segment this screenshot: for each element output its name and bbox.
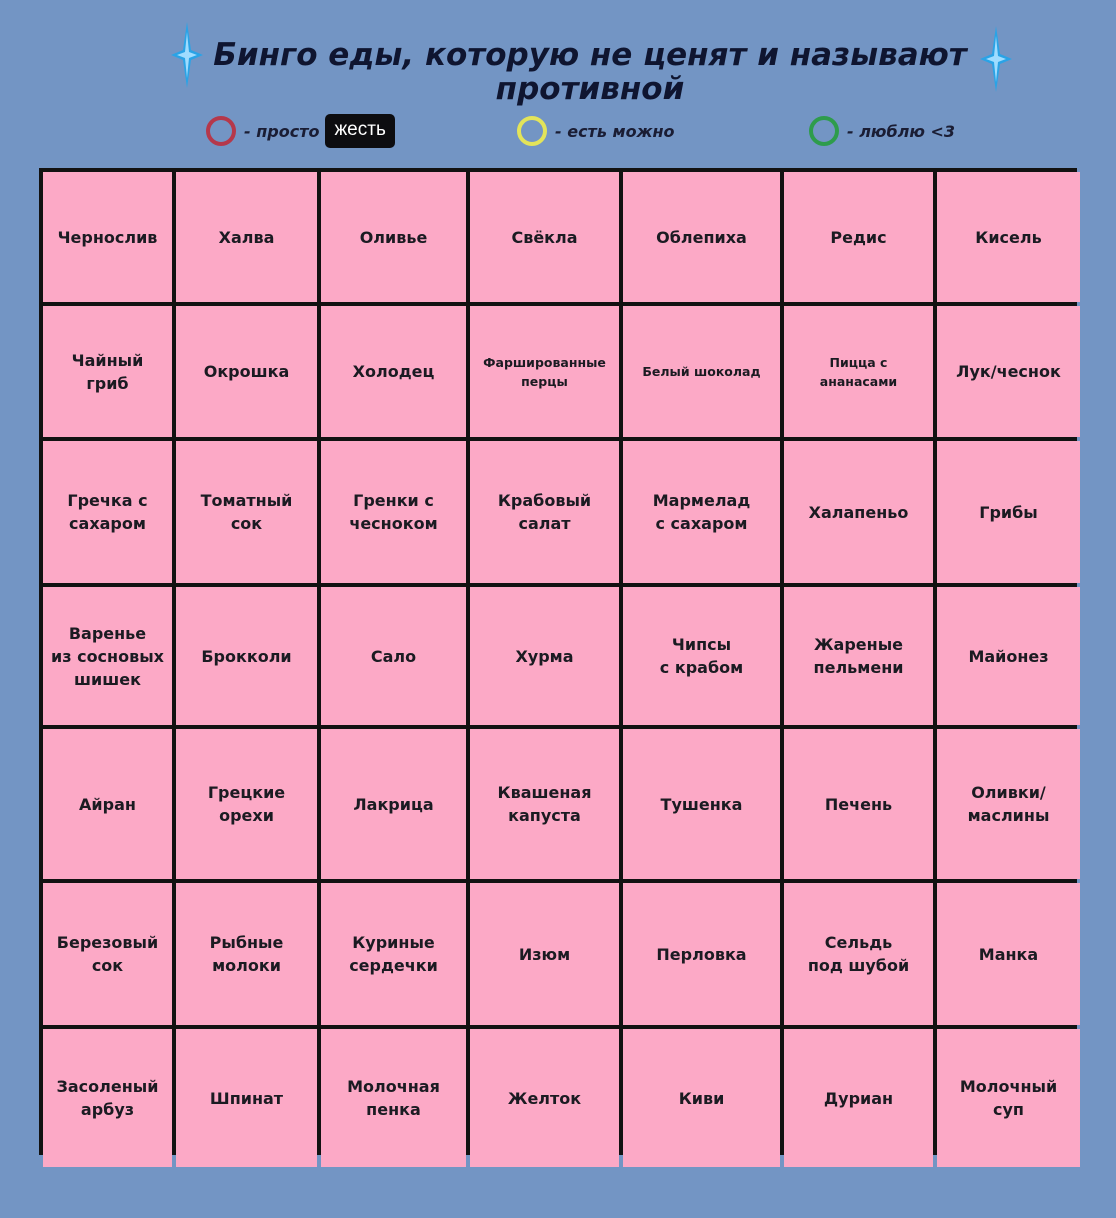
page-title: Бинго еды, которую не ценят и называют п…	[170, 38, 1010, 106]
bingo-cell[interactable]: Чипсы с крабом	[623, 587, 780, 725]
bingo-cell[interactable]: Лакрица	[321, 729, 466, 879]
bingo-cell[interactable]: Айран	[43, 729, 172, 879]
bingo-cell[interactable]: Кисель	[937, 172, 1080, 302]
bingo-cell[interactable]: Сало	[321, 587, 466, 725]
sparkle-icon	[980, 26, 1012, 92]
bingo-cell[interactable]: Шпинат	[176, 1029, 317, 1167]
bingo-cell[interactable]: Крабовый салат	[470, 441, 619, 583]
bingo-cell[interactable]: Молочный суп	[937, 1029, 1080, 1167]
legend-label: - есть можно	[555, 121, 675, 141]
bingo-cell[interactable]: Желток	[470, 1029, 619, 1167]
bingo-cell[interactable]: Халапеньо	[784, 441, 933, 583]
bingo-cell[interactable]: Халва	[176, 172, 317, 302]
red-ring-icon	[206, 116, 236, 146]
legend-item-red: - просто жесть	[206, 113, 395, 149]
bingo-cell[interactable]: Майонез	[937, 587, 1080, 725]
title-line-1: Бинго еды, которую не ценят и называют	[213, 37, 967, 73]
bingo-cell[interactable]: Манка	[937, 883, 1080, 1025]
bingo-cell[interactable]: Мармелад с сахаром	[623, 441, 780, 583]
bingo-cell[interactable]: Редис	[784, 172, 933, 302]
title-line-2: противной	[495, 71, 685, 107]
bingo-cell[interactable]: Гренки с чесноком	[321, 441, 466, 583]
bingo-cell[interactable]: Белый шоколад	[623, 306, 780, 437]
bingo-cell[interactable]: Чернослив	[43, 172, 172, 302]
bingo-cell[interactable]: Квашеная капуста	[470, 729, 619, 879]
bingo-cell[interactable]: Тушенка	[623, 729, 780, 879]
bingo-grid: Чернослив Халва Оливье Свёкла Облепиха Редис К…	[39, 168, 1080, 1167]
legend-item-green: - люблю <3	[809, 113, 955, 149]
bingo-cell[interactable]: Жареные пельмени	[784, 587, 933, 725]
bingo-cell[interactable]: Окрошка	[176, 306, 317, 437]
bingo-cell[interactable]: Березовый сок	[43, 883, 172, 1025]
bingo-cell[interactable]: Сельдь под шубой	[784, 883, 933, 1025]
bingo-cell[interactable]: Куриные сердечки	[321, 883, 466, 1025]
bingo-cell[interactable]: Фаршированные перцы	[470, 306, 619, 437]
bingo-cell[interactable]: Холодец	[321, 306, 466, 437]
green-ring-icon	[809, 116, 839, 146]
bingo-cell[interactable]: Оливье	[321, 172, 466, 302]
bingo-cell[interactable]: Чайный гриб	[43, 306, 172, 437]
legend-label: - люблю <3	[847, 121, 956, 141]
bingo-cell[interactable]: Оливки/ маслины	[937, 729, 1080, 879]
bingo-cell[interactable]: Грецкие орехи	[176, 729, 317, 879]
bingo-cell[interactable]: Хурма	[470, 587, 619, 725]
bingo-cell[interactable]: Брокколи	[176, 587, 317, 725]
sparkle-icon	[171, 22, 203, 88]
yellow-ring-icon	[517, 116, 547, 146]
bingo-cell[interactable]: Киви	[623, 1029, 780, 1167]
bingo-cell[interactable]: Дуриан	[784, 1029, 933, 1167]
bingo-cell[interactable]: Засоленый арбуз	[43, 1029, 172, 1167]
bingo-cell[interactable]: Рыбные молоки	[176, 883, 317, 1025]
bingo-cell[interactable]: Томатный сок	[176, 441, 317, 583]
bingo-cell[interactable]: Гречка с сахаром	[43, 441, 172, 583]
bingo-cell[interactable]: Печень	[784, 729, 933, 879]
legend-badge: жесть	[325, 114, 395, 148]
bingo-cell[interactable]: Перловка	[623, 883, 780, 1025]
legend-item-yellow: - есть можно	[517, 113, 675, 149]
bingo-cell[interactable]: Изюм	[470, 883, 619, 1025]
bingo-cell[interactable]: Пицца с ананасами	[784, 306, 933, 437]
bingo-cell[interactable]: Облепиха	[623, 172, 780, 302]
legend-label: - просто	[244, 121, 320, 141]
bingo-cell[interactable]: Грибы	[937, 441, 1080, 583]
bingo-cell[interactable]: Свёкла	[470, 172, 619, 302]
bingo-cell[interactable]: Лук/чеснок	[937, 306, 1080, 437]
bingo-cell[interactable]: Варенье из сосновых шишек	[43, 587, 172, 725]
bingo-cell[interactable]: Молочная пенка	[321, 1029, 466, 1167]
